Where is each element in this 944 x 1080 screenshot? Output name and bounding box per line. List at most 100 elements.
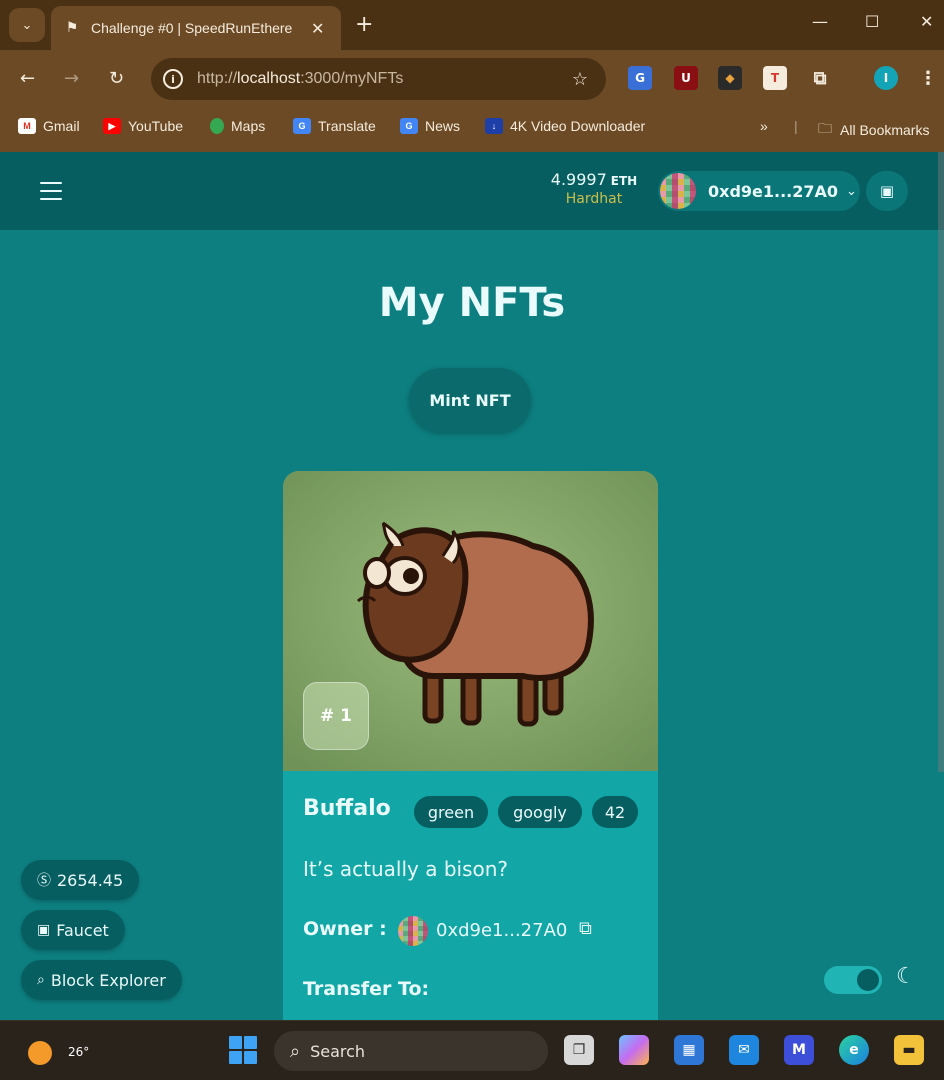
bookmark-label: Maps: [231, 118, 266, 134]
transfer-to-label: Transfer To:: [303, 978, 430, 1000]
app-viewport: 4.9997 ETH Hardhat 0xd9e1...27A0 ⌄ ▣ My N…: [0, 152, 944, 1020]
url-text: http://localhost:3000/myNFTs: [197, 70, 404, 87]
bookmark-news[interactable]: G News: [400, 118, 460, 134]
bookmark-youtube[interactable]: ▶ YouTube: [103, 118, 183, 134]
calendar-icon[interactable]: ▦: [674, 1035, 704, 1065]
search-icon: ⌕: [37, 972, 45, 988]
nft-card: # 1 Buffalo green googly 42 It’s actuall…: [283, 471, 658, 1020]
taskbar-search[interactable]: ⌕ Search: [274, 1031, 548, 1071]
bookmark-star-icon[interactable]: ☆: [572, 69, 588, 90]
bookmark-label: Gmail: [43, 118, 80, 134]
bookmark-maps[interactable]: Maps: [210, 118, 265, 134]
attribute-chip: green: [414, 796, 488, 828]
ublock-extension-icon[interactable]: U: [674, 66, 698, 90]
file-explorer-icon[interactable]: ▬: [894, 1035, 924, 1065]
tab-search-button[interactable]: ⌄: [9, 8, 45, 42]
mail-icon[interactable]: ✉: [729, 1035, 759, 1065]
extensions-puzzle-icon[interactable]: ⧉: [808, 66, 832, 90]
bookmark-label: Translate: [318, 118, 376, 134]
nft-name: Buffalo: [303, 796, 391, 821]
wallet-balance: 4.9997 ETH Hardhat: [530, 170, 658, 207]
extension-icon[interactable]: ◆: [718, 66, 742, 90]
faucet-button[interactable]: ▣ Faucet: [21, 910, 125, 950]
all-bookmarks-button[interactable]: 🗀 All Bookmarks: [818, 118, 929, 142]
balance-value: 4.9997: [550, 170, 607, 189]
news-icon: G: [400, 118, 418, 134]
bookmark-4k-video-downloader[interactable]: ↓ 4K Video Downloader: [485, 118, 645, 134]
window-close-button[interactable]: ✕: [920, 12, 933, 31]
tab-title: Challenge #0 | SpeedRunEthere: [91, 20, 293, 36]
page-scrollbar[interactable]: [938, 152, 944, 772]
menu-hamburger-icon[interactable]: [40, 182, 62, 200]
browser-toolbar: ← → ↻ i http://localhost:3000/myNFTs ☆ G…: [0, 50, 944, 110]
bookmark-translate[interactable]: G Translate: [293, 118, 376, 134]
account-address: 0xd9e1...27A0: [708, 181, 839, 201]
task-view-icon[interactable]: ❐: [564, 1035, 594, 1065]
bookmarks-overflow-button[interactable]: »: [760, 118, 768, 134]
tab-active[interactable]: ⚑ Challenge #0 | SpeedRunEthere ✕: [51, 6, 341, 50]
all-bookmarks-label: All Bookmarks: [840, 122, 930, 138]
copilot-icon[interactable]: [619, 1035, 649, 1065]
avatar-pixel: [690, 203, 696, 209]
minimize-button[interactable]: —: [812, 12, 828, 31]
app-header: 4.9997 ETH Hardhat 0xd9e1...27A0 ⌄ ▣: [0, 152, 944, 230]
search-placeholder: Search: [310, 1041, 366, 1061]
address-bar[interactable]: i http://localhost:3000/myNFTs ☆: [151, 58, 606, 100]
nft-description: It’s actually a bison?: [303, 857, 509, 881]
translate-extension-icon[interactable]: G: [628, 66, 652, 90]
attribute-chip: googly: [498, 796, 582, 828]
tab-favicon-icon: ⚑: [65, 20, 79, 36]
dollar-icon: Ⓢ: [37, 873, 51, 889]
qr-code-icon: ▣: [879, 182, 895, 200]
reload-button[interactable]: ↻: [109, 68, 124, 89]
qr-code-button[interactable]: ▣: [866, 171, 908, 211]
bookmarks-divider: |: [794, 118, 798, 134]
tab-close-icon[interactable]: ✕: [311, 19, 324, 38]
text-extension-icon[interactable]: T: [763, 66, 787, 90]
taskbar: 26° ⌕ Search ❐ ▦ ✉ M e ▬: [0, 1020, 944, 1080]
attribute-chip: 42: [592, 796, 638, 828]
toggle-knob: [857, 969, 879, 991]
copy-address-icon[interactable]: ⧉: [579, 918, 592, 939]
eth-price-badge: Ⓢ 2654.45: [21, 860, 140, 900]
back-button[interactable]: ←: [20, 68, 35, 89]
youtube-icon: ▶: [103, 118, 121, 134]
faucet-label: Faucet: [56, 920, 109, 940]
chevron-down-icon: ⌄: [846, 183, 857, 199]
new-tab-button[interactable]: +: [355, 12, 373, 37]
bookmark-label: News: [425, 118, 461, 134]
browser-chrome: ⌄ ⚑ Challenge #0 | SpeedRunEthere ✕ + — …: [0, 0, 944, 152]
bookmarks-bar: M Gmail ▶ YouTube Maps G Translate G News ↓ 4…: [0, 110, 944, 152]
app-icon[interactable]: M: [784, 1035, 814, 1065]
tab-bar: ⌄ ⚑ Challenge #0 | SpeedRunEthere ✕ + — …: [0, 0, 944, 50]
account-dropdown-button[interactable]: 0xd9e1...27A0 ⌄: [658, 171, 860, 211]
forward-button[interactable]: →: [64, 68, 79, 89]
banknote-icon: ▣: [37, 922, 51, 938]
profile-avatar[interactable]: I: [874, 66, 898, 90]
account-avatar: [660, 173, 696, 209]
weather-sun-icon: [28, 1041, 52, 1065]
gmail-icon: M: [18, 118, 36, 134]
owner-address: 0xd9e1...27A0: [436, 920, 568, 941]
block-explorer-button[interactable]: ⌕ Block Explorer: [21, 960, 182, 1000]
start-button[interactable]: [229, 1036, 257, 1064]
site-info-icon[interactable]: i: [163, 69, 183, 89]
nft-id-badge: # 1: [303, 682, 369, 750]
balance-unit: ETH: [610, 174, 638, 188]
bookmark-gmail[interactable]: M Gmail: [18, 118, 80, 134]
bookmark-label: YouTube: [128, 118, 184, 134]
eth-price-value: 2654.45: [57, 870, 124, 890]
theme-toggle[interactable]: [824, 966, 882, 994]
mint-nft-button[interactable]: Mint NFT: [409, 368, 531, 432]
block-explorer-label: Block Explorer: [50, 970, 166, 990]
edge-browser-icon[interactable]: e: [839, 1035, 869, 1065]
owner-avatar: [398, 916, 428, 946]
bookmark-label: 4K Video Downloader: [510, 118, 646, 134]
browser-menu-icon[interactable]: ⋮: [916, 66, 940, 90]
weather-widget[interactable]: 26°: [28, 1035, 89, 1065]
avatar-pixel: [423, 941, 428, 946]
folder-icon: 🗀: [818, 120, 832, 136]
page-title: My NFTs: [378, 280, 566, 326]
maximize-button[interactable]: ☐: [865, 12, 879, 31]
owner-label: Owner :: [303, 918, 387, 940]
